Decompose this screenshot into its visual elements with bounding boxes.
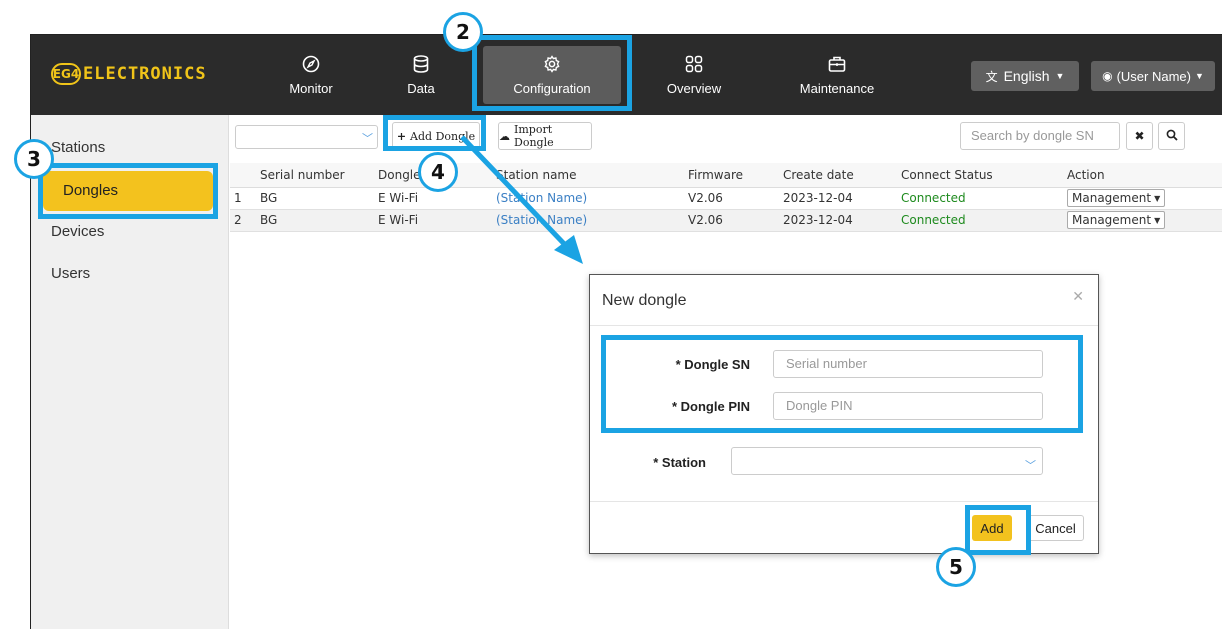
step-callout-4: 4 (418, 152, 458, 192)
arrow-overlay (460, 135, 583, 264)
step-callout-3: 3 (14, 139, 54, 179)
pointer-arrow (460, 135, 572, 252)
step-callout-2: 2 (443, 12, 483, 52)
step-callout-5: 5 (936, 547, 976, 587)
